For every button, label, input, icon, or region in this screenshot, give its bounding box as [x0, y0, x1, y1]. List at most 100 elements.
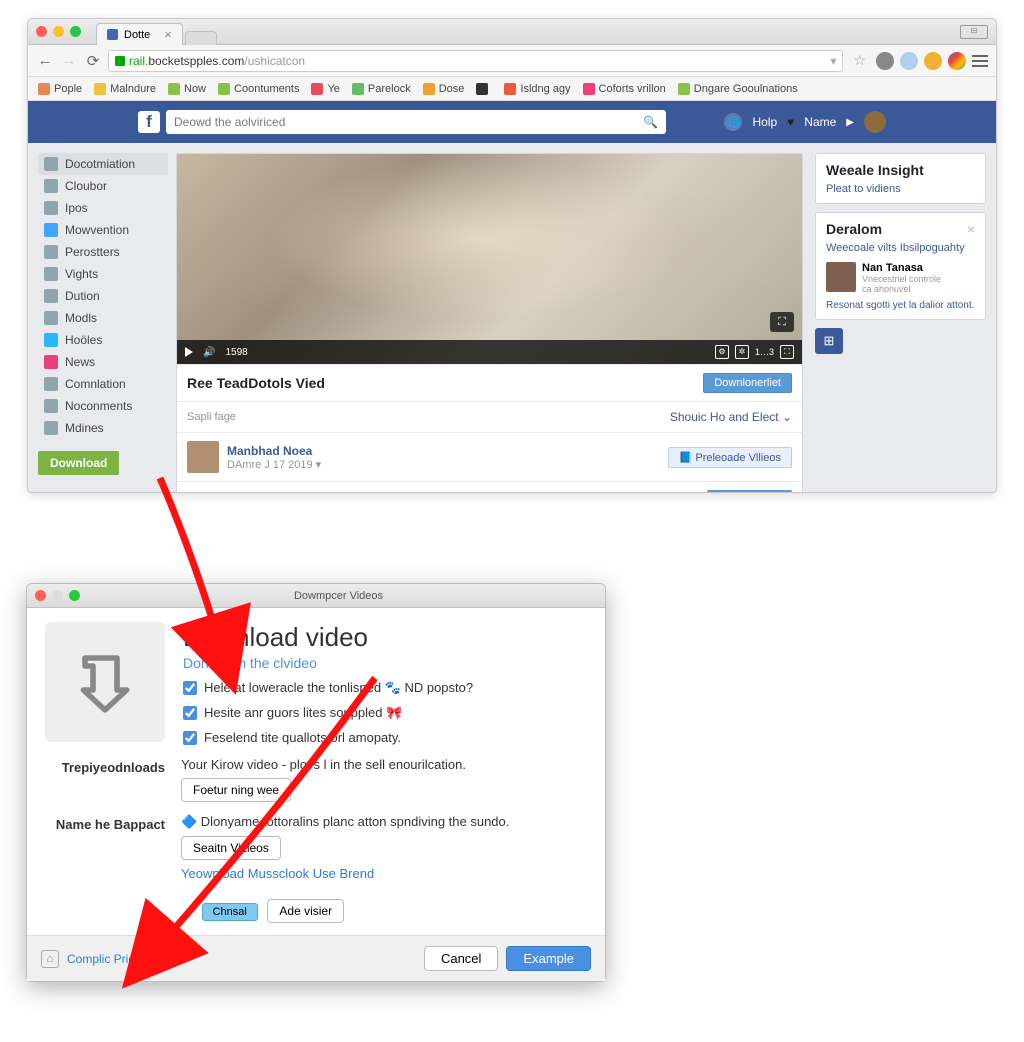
cancel-button[interactable]: Cancel	[424, 946, 498, 971]
fullscreen-icon[interactable]: ⛶	[780, 345, 794, 359]
tab-close-icon[interactable]: ×	[164, 27, 172, 42]
bookmark-item[interactable]: Dngare Gooulnations	[678, 83, 798, 95]
sidebar-item[interactable]: Noconments	[38, 395, 168, 417]
download-button[interactable]: Download	[38, 451, 119, 475]
extension-icon[interactable]	[948, 52, 966, 70]
bookmark-item[interactable]: Now	[168, 83, 206, 95]
bookmark-item[interactable]: Malndure	[94, 83, 156, 95]
download-link[interactable]: Yeownload Mussclook Use Brend	[181, 866, 374, 881]
settings-icon[interactable]: ⚙	[715, 345, 729, 359]
home-icon[interactable]: ⌂	[41, 950, 59, 968]
bookmark-item[interactable]: Coforts vrillon	[583, 83, 666, 95]
extension-icon[interactable]	[876, 52, 894, 70]
address-bar[interactable]: rail.bocketspples.com/ushicatcon ▾	[108, 50, 843, 72]
change-button[interactable]: Chnsal	[202, 903, 258, 921]
nav-label: Mdines	[65, 421, 104, 435]
join-button[interactable]: Join Now	[707, 490, 792, 493]
extension-icon[interactable]	[900, 52, 918, 70]
option-checkbox-1[interactable]: Hele at loweracle the tonlisned 🐾 ND pop…	[183, 680, 473, 696]
sidebar-item[interactable]: Cloubor	[38, 175, 168, 197]
close-window-button[interactable]	[35, 590, 46, 601]
insight-link[interactable]: Pleat to vidiens	[826, 183, 901, 195]
option-checkbox-2[interactable]: Hesite anr guors lites souppled 🎀	[183, 705, 473, 721]
videos-button[interactable]: Seaitn Vizleos	[181, 836, 281, 860]
bookmark-item[interactable]: Pople	[38, 83, 82, 95]
sidebar-item[interactable]: Hoöles	[38, 329, 168, 351]
dropdown-icon[interactable]: ▾	[830, 54, 836, 68]
bookmark-item[interactable]: Ye	[311, 83, 339, 95]
sidebar-item[interactable]: News	[38, 351, 168, 373]
example-button[interactable]: Example	[506, 946, 591, 971]
bookmark-item[interactable]: Isldng agy	[504, 83, 570, 95]
close-icon[interactable]: ×	[967, 221, 975, 237]
name-link[interactable]: Name	[804, 115, 836, 129]
nav-label: News	[65, 355, 95, 369]
add-video-button[interactable]: Ade visier	[267, 899, 344, 923]
back-button[interactable]: ←	[36, 52, 54, 70]
browser-tab-active[interactable]: Dotte ×	[96, 23, 183, 45]
grid-icon[interactable]: ⊞	[815, 328, 843, 354]
video-thumbnail[interactable]: ⛶ 🔊 1598 ⚙ ✲ 1…3 ⛶	[177, 154, 802, 364]
bookmark-star-icon[interactable]: ☆	[849, 52, 870, 69]
help-link[interactable]: Complic Prioces	[67, 952, 154, 966]
bookmark-label: Dose	[439, 83, 465, 95]
window-title-bar: Dotte × ⊟	[28, 19, 996, 45]
new-tab-button[interactable]	[185, 31, 217, 45]
search-input[interactable]: Deowd the aolviriced 🔍	[166, 110, 666, 134]
sidebar-item[interactable]: Ipos	[38, 197, 168, 219]
user-thumb[interactable]	[826, 262, 856, 292]
url-text: rail.bocketspples.com/ushicatcon	[129, 54, 305, 68]
bookmark-item[interactable]: Coontuments	[218, 83, 299, 95]
extension-icon[interactable]	[924, 52, 942, 70]
sidebar-item[interactable]: Mdines	[38, 417, 168, 439]
bookmark-icon	[311, 83, 323, 95]
volume-icon[interactable]: 🔊	[203, 347, 215, 358]
show-link[interactable]: Shouic Ho and Elect ⌄	[670, 410, 792, 424]
favicon	[107, 29, 118, 40]
author-avatar[interactable]	[187, 441, 219, 473]
sidebar-item[interactable]: Dution	[38, 285, 168, 307]
chevron-right-icon[interactable]: ▶	[846, 117, 854, 128]
close-window-button[interactable]	[36, 26, 47, 37]
bookmark-label: Malndure	[110, 83, 156, 95]
sidebar-item[interactable]: Perostters	[38, 241, 168, 263]
left-sidebar: Docotmiation Cloubor IposMowvention Perostt…	[28, 143, 168, 493]
forward-button[interactable]: →	[60, 52, 78, 70]
expand-icon[interactable]: ⛶	[770, 312, 794, 332]
option-checkbox-3[interactable]: Feselend tite quallots orl amopaty.	[183, 730, 473, 745]
help-link[interactable]: Holp	[752, 115, 777, 129]
download-video-button[interactable]: Downlonerliet	[703, 373, 792, 393]
globe-icon[interactable]: 🌐	[724, 113, 742, 131]
preload-button[interactable]: 📘 Preleoade Vllieos	[668, 447, 792, 468]
window-button[interactable]: ⊟	[960, 25, 988, 39]
search-icon[interactable]: 🔍	[643, 115, 658, 129]
sidebar-item[interactable]: Vights	[38, 263, 168, 285]
facebook-logo[interactable]: f	[138, 111, 160, 133]
cog-icon[interactable]: ✲	[735, 345, 749, 359]
dialog-body: Download video Donviaton the clvideo Hel…	[27, 608, 605, 935]
play-icon[interactable]	[185, 347, 193, 357]
minimize-window-button[interactable]	[53, 26, 64, 37]
bookmark-icon	[38, 83, 50, 95]
nav-label: Cloubor	[65, 179, 107, 193]
zoom-window-button[interactable]	[70, 26, 81, 37]
avatar[interactable]	[864, 111, 886, 133]
folder-button[interactable]: Foetur ning wee	[181, 778, 291, 802]
menu-icon[interactable]	[972, 55, 988, 67]
bookmark-item[interactable]: Parelock	[352, 83, 411, 95]
insight-panel: Weeale Insight Pleat to vidiens	[815, 153, 986, 204]
deralom-link[interactable]: Weecoale vilts Ibsilpoguahty	[826, 242, 965, 254]
sidebar-item[interactable]: Modls	[38, 307, 168, 329]
author-name[interactable]: Manbhad Noea	[227, 444, 321, 458]
sidebar-item[interactable]: Docotmiation	[38, 153, 168, 175]
zoom-window-button[interactable]	[69, 590, 80, 601]
nav-label: Perostters	[65, 245, 120, 259]
sidebar-item[interactable]: Mowvention	[38, 219, 168, 241]
chevron-icon: ⌄	[181, 903, 192, 918]
bookmark-item[interactable]	[476, 83, 492, 95]
bookmark-icon	[504, 83, 516, 95]
reload-button[interactable]: ⟳	[84, 52, 102, 70]
bookmark-item[interactable]: Dose	[423, 83, 465, 95]
sidebar-item[interactable]: Comnlation	[38, 373, 168, 395]
minimize-window-button	[52, 590, 63, 601]
